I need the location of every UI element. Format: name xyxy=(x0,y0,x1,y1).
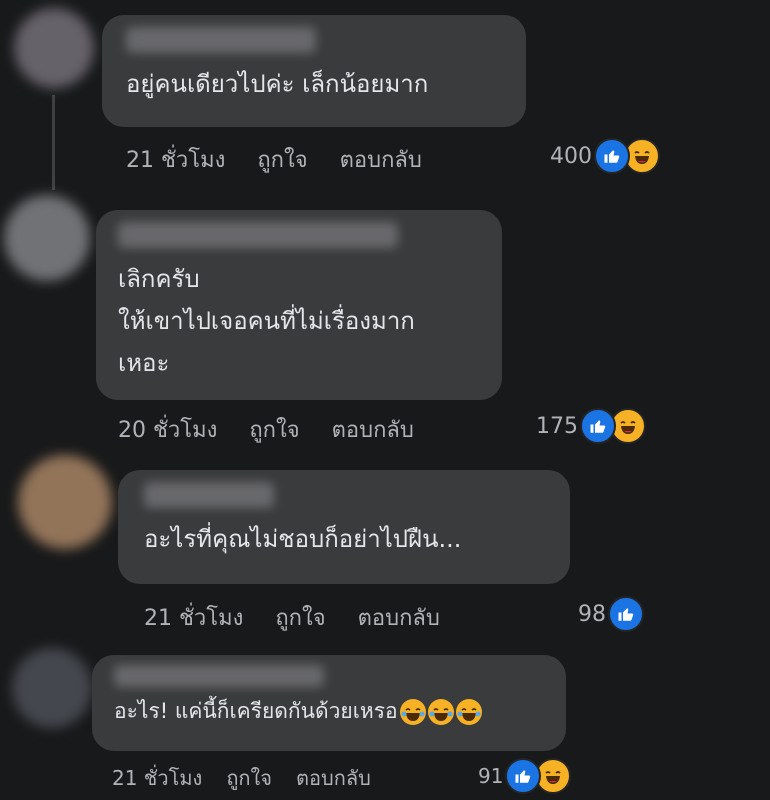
comment-actions: 21 ชั่วโมง ถูกใจ ตอบกลับ xyxy=(112,762,395,794)
comment-bubble: อะไรที่คุณไม่ชอบก็อย่าไปฝืน... xyxy=(118,470,570,584)
reply-button[interactable]: ตอบกลับ xyxy=(332,412,414,447)
reaction-summary[interactable]: 98 xyxy=(578,596,644,632)
like-icon xyxy=(594,138,630,174)
reaction-summary[interactable]: 400 xyxy=(550,138,660,174)
reaction-count: 91 xyxy=(478,764,504,788)
like-button[interactable]: ถูกใจ xyxy=(249,412,299,447)
commenter-name-redacted[interactable] xyxy=(144,482,274,508)
reaction-count: 400 xyxy=(550,143,592,169)
like-icon xyxy=(580,408,616,444)
reaction-count: 98 xyxy=(578,601,606,627)
comment-actions: 21 ชั่วโมง ถูกใจ ตอบกลับ xyxy=(144,600,472,635)
avatar[interactable] xyxy=(18,455,112,549)
like-button[interactable]: ถูกใจ xyxy=(226,762,272,794)
like-button[interactable]: ถูกใจ xyxy=(257,142,307,177)
like-icon xyxy=(505,758,542,794)
commenter-name-redacted[interactable] xyxy=(114,665,324,687)
comment-text: อยู่คนเดียวไปค่ะ เล็กน้อยมาก xyxy=(126,70,429,98)
reaction-summary[interactable]: 175 xyxy=(536,408,646,444)
comment-actions: 20 ชั่วโมง ถูกใจ ตอบกลับ xyxy=(118,412,446,447)
comment-bubble: เลิกครับ ให้เขาไปเจอคนที่ไม่เรื่องมาก เห… xyxy=(96,210,502,400)
like-button[interactable]: ถูกใจ xyxy=(275,600,325,635)
thread-connector-line xyxy=(52,95,55,190)
commenter-name-redacted[interactable] xyxy=(126,27,316,53)
reply-button[interactable]: ตอบกลับ xyxy=(358,600,440,635)
comment-text: เหอะ xyxy=(118,349,170,377)
avatar[interactable] xyxy=(14,8,94,88)
reply-button[interactable]: ตอบกลับ xyxy=(340,142,422,177)
reaction-count: 175 xyxy=(536,413,578,439)
like-icon xyxy=(608,596,644,632)
comment-time[interactable]: 21 ชั่วโมง xyxy=(126,142,225,177)
haha-tears-icon xyxy=(427,699,454,725)
comment-text: เลิกครับ xyxy=(118,265,200,293)
reaction-summary[interactable]: 91 xyxy=(478,758,572,794)
reply-button[interactable]: ตอบกลับ xyxy=(296,762,371,794)
comment-actions: 21 ชั่วโมง ถูกใจ ตอบกลับ xyxy=(126,142,454,177)
comment-time[interactable]: 20 ชั่วโมง xyxy=(118,412,217,447)
comment-text: อะไร! แค่นี้ก็เครียดกันด้วยเหรอ xyxy=(114,691,544,731)
comment-time[interactable]: 21 ชั่วโมง xyxy=(144,600,243,635)
comment-text: อะไรที่คุณไม่ชอบก็อย่าไปฝืน... xyxy=(144,525,462,553)
comment-text: ให้เขาไปเจอคนที่ไม่เรื่องมาก xyxy=(118,307,415,335)
commenter-name-redacted[interactable] xyxy=(118,222,398,248)
avatar[interactable] xyxy=(12,648,92,728)
haha-tears-icon xyxy=(455,699,482,725)
comment-bubble: อะไร! แค่นี้ก็เครียดกันด้วยเหรอ xyxy=(92,655,566,751)
avatar[interactable] xyxy=(4,195,90,281)
comment-time[interactable]: 21 ชั่วโมง xyxy=(112,762,202,794)
haha-tears-icon xyxy=(399,699,426,725)
comment-bubble: อยู่คนเดียวไปค่ะ เล็กน้อยมาก xyxy=(102,15,526,127)
comment-text-body: อะไร! แค่นี้ก็เครียดกันด้วยเหรอ xyxy=(114,699,398,723)
